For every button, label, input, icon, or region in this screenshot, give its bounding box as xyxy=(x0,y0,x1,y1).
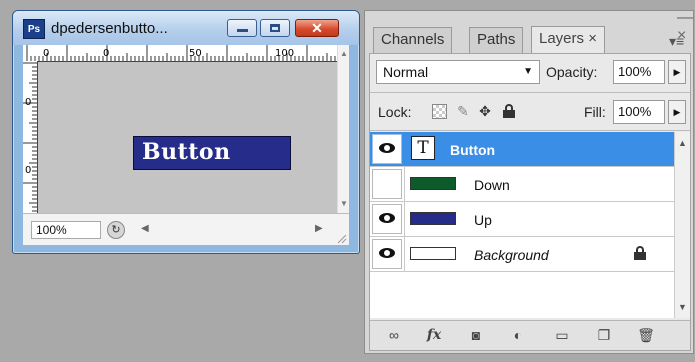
ruler-label: 0 xyxy=(25,165,31,176)
visibility-toggle[interactable] xyxy=(372,134,402,164)
zoom-field[interactable]: 100% xyxy=(31,221,101,239)
layer-row[interactable]: Down xyxy=(370,167,674,202)
ruler-label: 0 xyxy=(103,48,109,59)
divider xyxy=(404,237,405,272)
lock-all-icon[interactable] xyxy=(500,102,518,120)
fx-icon[interactable]: fx xyxy=(422,325,446,345)
eye-icon xyxy=(379,248,395,258)
scroll-up-icon[interactable]: ▲ xyxy=(678,138,687,148)
visibility-toggle[interactable] xyxy=(372,204,402,234)
layer-row[interactable]: Up xyxy=(370,202,674,237)
layer-name: Up xyxy=(474,212,492,228)
adjustment-icon[interactable]: ◐ xyxy=(506,325,530,345)
ruler-label: 0 xyxy=(43,48,49,59)
opacity-field[interactable]: 100% xyxy=(613,60,665,84)
layer-row[interactable]: T Button xyxy=(370,132,674,167)
lock-transparency-icon[interactable] xyxy=(430,102,448,120)
opacity-label: Opacity: xyxy=(546,64,598,80)
layers-bottom-toolbar: ∞ fx ◙ ◐ ▭ ❐ 🗑 xyxy=(370,320,690,350)
layer-list: T Button Down Up Background xyxy=(370,132,674,318)
lock-position-icon[interactable]: ✥ xyxy=(476,102,494,120)
scroll-down-icon[interactable]: ▼ xyxy=(678,302,687,312)
minimize-button[interactable] xyxy=(227,19,257,37)
layer-name: Background xyxy=(474,247,549,263)
visibility-toggle[interactable] xyxy=(372,239,402,269)
photoshop-document-icon: Ps xyxy=(23,19,45,39)
layers-panel-group: — × Channels Paths Layers × ▾≡ Normal ▼ … xyxy=(364,9,694,354)
vertical-scrollbar[interactable]: ▲ ▼ xyxy=(337,45,349,213)
blend-mode-select[interactable]: Normal ▼ xyxy=(376,60,540,84)
fill-slider-button[interactable]: ▶ xyxy=(668,100,686,124)
status-bar: 100% ↻ ◀ ▶ xyxy=(23,213,349,245)
tab-paths[interactable]: Paths xyxy=(469,27,524,53)
lock-icon xyxy=(634,246,646,260)
link-icon[interactable]: ∞ xyxy=(382,325,406,345)
divider xyxy=(404,167,405,202)
ruler-label: 0 xyxy=(25,97,31,108)
chevron-down-icon: ▼ xyxy=(523,66,533,77)
fill-label: Fill: xyxy=(584,104,606,120)
tab-layers[interactable]: Layers × xyxy=(531,26,605,54)
divider xyxy=(370,130,690,131)
maximize-icon xyxy=(261,20,289,36)
layer-row[interactable]: Background xyxy=(370,237,674,272)
layer-thumbnail xyxy=(410,212,456,225)
close-button[interactable]: ✕ xyxy=(295,19,339,37)
tab-channels[interactable]: Channels xyxy=(373,27,453,53)
visibility-toggle[interactable] xyxy=(372,169,402,199)
ruler-label: 100 xyxy=(275,48,294,59)
opacity-slider-button[interactable]: ▶ xyxy=(668,60,686,84)
resize-grip-icon[interactable] xyxy=(335,232,347,244)
layer-thumbnail xyxy=(410,177,456,190)
layer-list-scrollbar[interactable]: ▲ ▼ xyxy=(674,132,690,318)
trash-icon[interactable]: 🗑 xyxy=(634,325,658,345)
divider xyxy=(370,92,690,93)
layer-name: Button xyxy=(450,142,496,158)
status-info-icon[interactable]: ↻ xyxy=(107,221,125,239)
scroll-down-icon[interactable]: ▼ xyxy=(340,199,348,208)
left-ruler[interactable]: 0 0 xyxy=(23,61,38,213)
layer-name: Down xyxy=(474,177,510,193)
maximize-button[interactable] xyxy=(260,19,290,37)
top-ruler[interactable]: 0 0 50 100 xyxy=(23,45,337,62)
panel-tab-row: Channels Paths Layers × ▾≡ xyxy=(365,23,693,54)
ruler-label: 50 xyxy=(189,48,202,59)
document-body: 0 0 50 100 0 0 Button ▲ ▼ 100% ↻ ◀ ▶ xyxy=(23,45,349,245)
scroll-up-icon[interactable]: ▲ xyxy=(340,49,348,58)
layer-thumbnail xyxy=(410,247,456,260)
folder-icon[interactable]: ▭ xyxy=(550,325,574,345)
document-titlebar[interactable]: Ps dpedersenbutto... ✕ xyxy=(13,11,359,45)
scroll-right-icon[interactable]: ▶ xyxy=(315,223,323,234)
new-layer-icon[interactable]: ❐ xyxy=(592,325,616,345)
document-title: dpedersenbutto... xyxy=(51,20,168,37)
scroll-left-icon[interactable]: ◀ xyxy=(141,223,149,234)
lock-image-pixels-icon[interactable]: ✎ xyxy=(454,102,472,120)
divider xyxy=(404,202,405,237)
fill-field[interactable]: 100% xyxy=(613,100,665,124)
canvas[interactable]: Button xyxy=(38,62,337,213)
lock-label: Lock: xyxy=(378,104,412,120)
mask-icon[interactable]: ◙ xyxy=(464,325,488,345)
layers-panel: Normal ▼ Opacity: 100% ▶ Lock: ✎ ✥ Fill:… xyxy=(369,53,691,351)
document-window: Ps dpedersenbutto... ✕ 0 0 50 100 0 0 Bu… xyxy=(12,10,360,254)
eye-icon xyxy=(379,213,395,223)
eye-icon xyxy=(379,143,395,153)
panel-menu-icon[interactable]: ▾≡ xyxy=(669,33,684,50)
minimize-icon xyxy=(228,20,256,36)
close-icon: ✕ xyxy=(311,20,323,36)
blend-mode-value: Normal xyxy=(383,64,429,80)
canvas-button-graphic: Button xyxy=(133,136,291,170)
text-layer-thumbnail-icon: T xyxy=(411,136,435,160)
padlock-icon xyxy=(503,104,515,118)
